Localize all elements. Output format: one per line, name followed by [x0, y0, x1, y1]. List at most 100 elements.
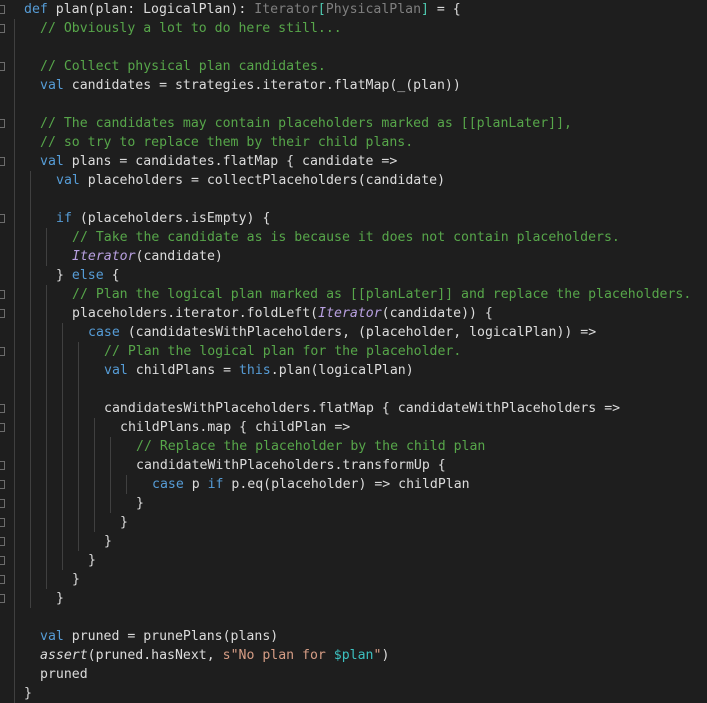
code-line[interactable]: assert(pruned.hasNext, s"No plan for $pl… [40, 646, 389, 665]
code-line[interactable]: val childPlans = this.plan(logicalPlan) [104, 361, 414, 380]
fold-marker-icon[interactable] [0, 480, 5, 489]
code-line[interactable]: } [72, 570, 80, 589]
fold-marker-icon[interactable] [0, 556, 5, 565]
code-editor[interactable]: def plan(plan: LogicalPlan): Iterator[Ph… [0, 0, 707, 703]
code-token: val [40, 78, 72, 93]
code-line[interactable]: // Plan the logical plan for the placeho… [104, 342, 461, 361]
code-token: val [40, 629, 72, 644]
code-token: (candidate)) { [381, 306, 493, 321]
fold-marker-icon[interactable] [0, 290, 5, 299]
code-token: candidatesWithPlaceholders.flatMap { can… [104, 401, 621, 416]
code-area[interactable]: def plan(plan: LogicalPlan): Iterator[Ph… [8, 0, 707, 703]
code-token: } [56, 268, 72, 283]
code-token: } [72, 572, 80, 587]
indent-guide [78, 342, 79, 551]
fold-marker-icon[interactable] [0, 537, 5, 546]
code-token: pruned = prunePlans(plans) [71, 629, 279, 644]
fold-marker-icon[interactable] [0, 309, 5, 318]
code-line[interactable]: placeholders.iterator.foldLeft(Iterator(… [72, 304, 493, 323]
fold-marker-icon[interactable] [0, 24, 5, 33]
code-token: candidateWithPlaceholders.transformUp { [136, 458, 446, 473]
code-line[interactable]: if (placeholders.isEmpty) { [56, 209, 270, 228]
code-token: .plan(logicalPlan) [270, 363, 414, 378]
code-token: // Plan the logical plan for the placeho… [104, 344, 462, 359]
code-line[interactable]: } [104, 532, 112, 551]
code-token: // Obviously a lot to do here still... [40, 21, 342, 36]
code-token: placeholders.iterator.foldLeft( [72, 306, 319, 321]
code-token: p [191, 477, 208, 492]
code-line[interactable]: } [88, 551, 96, 570]
code-line[interactable]: } [120, 513, 128, 532]
code-token: // Replace the placeholder by the child … [136, 439, 486, 454]
code-line[interactable]: val pruned = prunePlans(plans) [40, 627, 278, 646]
code-token: // Take the candidate as is because it d… [72, 230, 620, 245]
code-line[interactable]: case p if p.eq(placeholder) => childPlan [152, 475, 470, 494]
code-line[interactable]: // Plan the logical plan marked as [[pla… [72, 285, 691, 304]
code-token: s"No plan for [222, 648, 334, 663]
code-line[interactable]: val plans = candidates.flatMap { candida… [40, 152, 397, 171]
code-line[interactable]: Iterator(candidate) [72, 247, 223, 266]
code-line[interactable]: childPlans.map { childPlan => [120, 418, 350, 437]
code-line[interactable]: pruned [40, 665, 88, 684]
code-token: // Collect physical plan candidates. [40, 59, 326, 74]
code-line[interactable]: case (candidatesWithPlaceholders, (place… [88, 323, 596, 342]
code-token: childPlans.map { childPlan => [120, 420, 351, 435]
code-token: if [207, 477, 232, 492]
code-token: [ [317, 2, 326, 17]
code-token: Iterator [254, 2, 318, 17]
code-line[interactable]: } [24, 684, 32, 703]
code-line[interactable]: val placeholders = collectPlaceholders(c… [56, 171, 445, 190]
fold-marker-icon[interactable] [0, 157, 5, 166]
fold-marker-icon[interactable] [0, 119, 5, 128]
code-token: } [88, 553, 96, 568]
code-line[interactable]: candidateWithPlaceholders.transformUp { [136, 456, 446, 475]
indent-guide [30, 171, 31, 608]
code-line[interactable]: val candidates = strategies.iterator.fla… [40, 76, 461, 95]
code-token: } [24, 686, 32, 701]
code-token: // Plan the logical plan marked as [[pla… [72, 287, 692, 302]
indent-guide [46, 228, 47, 266]
code-token: plan(plan: LogicalPlan): [55, 2, 255, 17]
code-token: // so try to replace them by their child… [40, 135, 414, 150]
fold-marker-icon[interactable] [0, 404, 5, 413]
code-token: else [71, 268, 112, 283]
code-token: Iterator [318, 306, 382, 321]
code-line[interactable]: // The candidates may contain placeholde… [40, 114, 572, 133]
code-token: val [56, 173, 88, 188]
code-line[interactable]: } [136, 494, 144, 513]
indent-guide [110, 437, 111, 513]
code-token: $plan [333, 648, 374, 663]
fold-marker-icon[interactable] [0, 575, 5, 584]
code-token: val [104, 363, 136, 378]
fold-marker-icon[interactable] [0, 5, 5, 14]
fold-marker-icon[interactable] [0, 594, 5, 603]
fold-marker-icon[interactable] [0, 518, 5, 527]
code-token: case [152, 477, 192, 492]
code-token: pruned [40, 667, 88, 682]
code-line[interactable]: // Take the candidate as is because it d… [72, 228, 620, 247]
fold-marker-icon[interactable] [0, 214, 5, 223]
code-token: case [88, 325, 128, 340]
code-token: (placeholders.isEmpty) { [79, 211, 271, 226]
code-line[interactable]: candidatesWithPlaceholders.flatMap { can… [104, 399, 620, 418]
code-token: (pruned.hasNext, [87, 648, 223, 663]
fold-marker-icon[interactable] [0, 62, 5, 71]
fold-marker-icon[interactable] [0, 499, 5, 508]
code-token: = { [428, 2, 461, 17]
fold-gutter[interactable] [0, 0, 8, 701]
code-line[interactable]: // so try to replace them by their child… [40, 133, 413, 152]
code-line[interactable]: // Collect physical plan candidates. [40, 57, 326, 76]
code-line[interactable]: } else { [56, 266, 120, 285]
code-line[interactable]: // Replace the placeholder by the child … [136, 437, 485, 456]
code-token: } [136, 496, 144, 511]
fold-marker-icon[interactable] [0, 461, 5, 470]
indent-guide [126, 475, 127, 494]
code-token: plans = candidates.flatMap { candidate =… [71, 154, 398, 169]
code-line[interactable]: def plan(plan: LogicalPlan): Iterator[Ph… [24, 0, 461, 19]
code-token: { [111, 268, 120, 283]
code-line[interactable]: } [56, 589, 64, 608]
fold-marker-icon[interactable] [0, 347, 5, 356]
code-token: } [104, 534, 112, 549]
code-line[interactable]: // Obviously a lot to do here still... [40, 19, 342, 38]
fold-marker-icon[interactable] [0, 423, 5, 432]
